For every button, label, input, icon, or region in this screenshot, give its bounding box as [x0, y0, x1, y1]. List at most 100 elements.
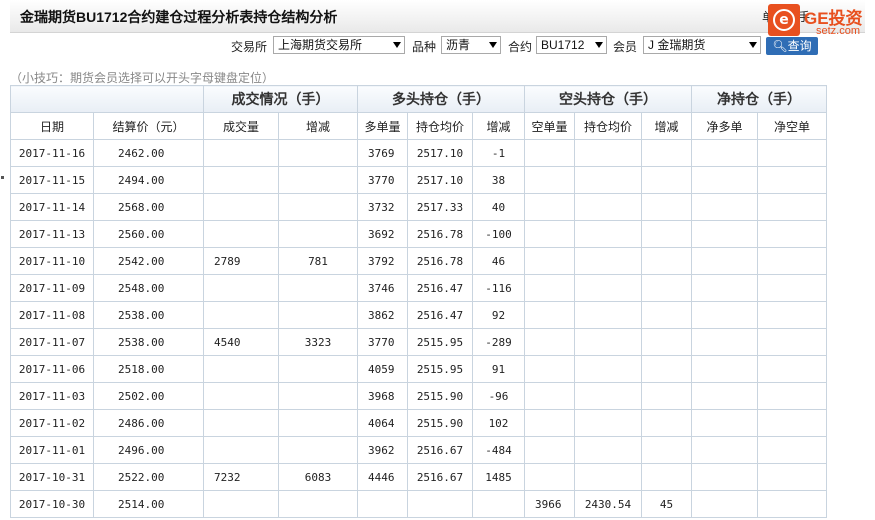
cell-settle-price: 2514.00: [93, 490, 204, 518]
cell-volume: 4540: [203, 328, 279, 356]
cell-long-qty: 3962: [357, 436, 408, 464]
cell-net-short: [757, 274, 827, 302]
cell-short-avg: [574, 247, 642, 275]
cell-short-avg: [574, 166, 642, 194]
col-header-short-avg: 持仓均价: [574, 112, 642, 140]
cell-long-qty: 3792: [357, 247, 408, 275]
cell-short-qty: [524, 436, 575, 464]
cell-short-avg: [574, 301, 642, 329]
cell-long-change: -116: [472, 274, 525, 302]
cell-short-qty: [524, 382, 575, 410]
cell-settle-price: 2548.00: [93, 274, 204, 302]
title-bar: 金瑞期货BU1712合约建仓过程分析表持仓结构分析 单位：手: [10, 0, 865, 33]
contract-select[interactable]: BU1712: [536, 36, 607, 54]
cell-short-avg: 2430.54: [574, 490, 642, 518]
cell-long-change: [472, 490, 525, 518]
table-row: 2017-11-13 2560.00 3692 2516.78 -100: [10, 220, 827, 248]
cell-net-short: [757, 166, 827, 194]
member-value: J 金瑞期货: [648, 38, 706, 52]
exchange-select[interactable]: 上海期货交易所: [273, 36, 405, 54]
col-header-short-change: 增减: [641, 112, 692, 140]
table-row: 2017-10-31 2522.00 7232 6083 4446 2516.67 1485: [10, 463, 827, 491]
cell-long-avg: 2516.47: [407, 274, 473, 302]
cell-net-short: [757, 436, 827, 464]
cell-net-long: [691, 220, 758, 248]
exchange-label: 交易所: [231, 40, 268, 54]
cell-date: 2017-11-16: [10, 139, 94, 167]
cell-long-change: 46: [472, 247, 525, 275]
cell-net-long: [691, 139, 758, 167]
cell-volume-change: [278, 409, 358, 437]
cell-short-avg: [574, 355, 642, 383]
col-header-date: 日期: [10, 112, 94, 140]
cell-short-avg: [574, 139, 642, 167]
cell-settle-price: 2560.00: [93, 220, 204, 248]
cell-net-long: [691, 436, 758, 464]
cell-short-change: [641, 220, 692, 248]
cell-short-change: [641, 139, 692, 167]
cell-volume-change: 3323: [278, 328, 358, 356]
cell-date: 2017-11-13: [10, 220, 94, 248]
table-row: 2017-11-02 2486.00 4064 2515.90 102: [10, 409, 827, 437]
col-header-long-change: 增减: [472, 112, 525, 140]
chevron-down-icon: [393, 42, 401, 48]
cell-long-avg: 2516.67: [407, 463, 473, 491]
query-button[interactable]: 🔍︎查询: [766, 37, 818, 55]
logo-badge-icon: e: [768, 4, 800, 36]
exchange-value: 上海期货交易所: [278, 38, 363, 52]
cell-short-change: [641, 355, 692, 383]
cell-long-change: 92: [472, 301, 525, 329]
cell-long-change: -96: [472, 382, 525, 410]
cell-short-change: [641, 463, 692, 491]
cell-volume: [203, 139, 279, 167]
cell-short-qty: [524, 139, 575, 167]
cell-long-avg: [407, 490, 473, 518]
cell-short-change: [641, 382, 692, 410]
variety-select[interactable]: 沥青: [441, 36, 501, 54]
cell-net-short: [757, 220, 827, 248]
table-body: 2017-11-16 2462.00 3769 2517.10 -1 2017-11-15…: [10, 139, 827, 518]
cell-volume: [203, 382, 279, 410]
cell-volume-change: [278, 382, 358, 410]
cell-short-change: [641, 193, 692, 221]
cell-long-change: 102: [472, 409, 525, 437]
cell-volume: [203, 274, 279, 302]
logo-domain: setz.com: [816, 25, 861, 37]
table-row: 2017-10-30 2514.00 3966 2430.54 45: [10, 490, 827, 518]
cell-net-long: [691, 382, 758, 410]
cell-volume: [203, 409, 279, 437]
cell-short-qty: [524, 355, 575, 383]
table-row: 2017-11-14 2568.00 3732 2517.33 40: [10, 193, 827, 221]
cell-net-long: [691, 247, 758, 275]
cell-short-qty: [524, 301, 575, 329]
cell-short-qty: [524, 193, 575, 221]
cell-volume-change: [278, 166, 358, 194]
contract-value: BU1712: [541, 38, 585, 52]
cell-long-change: -289: [472, 328, 525, 356]
cell-long-qty: 4059: [357, 355, 408, 383]
cell-net-short: [757, 193, 827, 221]
cell-net-long: [691, 274, 758, 302]
cell-short-avg: [574, 193, 642, 221]
cell-date: 2017-11-02: [10, 409, 94, 437]
chevron-down-icon: [595, 42, 603, 48]
cell-settle-price: 2494.00: [93, 166, 204, 194]
group-header-short: 空头持仓（手）: [524, 85, 692, 113]
group-header-blank: [10, 85, 204, 113]
cell-net-short: [757, 301, 827, 329]
group-header-row: 成交情况（手） 多头持仓（手） 空头持仓（手） 净持仓（手）: [10, 85, 827, 113]
table-row: 2017-11-08 2538.00 3862 2516.47 92: [10, 301, 827, 329]
cell-volume: 2789: [203, 247, 279, 275]
cell-net-short: [757, 382, 827, 410]
cell-net-long: [691, 463, 758, 491]
cell-date: 2017-11-08: [10, 301, 94, 329]
cell-short-qty: [524, 247, 575, 275]
cell-long-qty: 3692: [357, 220, 408, 248]
cell-net-long: [691, 166, 758, 194]
cell-long-avg: 2515.95: [407, 355, 473, 383]
column-header-row: 日期 结算价（元） 成交量 增减 多单量 持仓均价 增减 空单量 持仓均价 增减…: [10, 112, 827, 140]
member-select[interactable]: J 金瑞期货: [643, 36, 761, 54]
cell-long-avg: 2516.78: [407, 247, 473, 275]
cell-net-short: [757, 463, 827, 491]
site-logo[interactable]: e GE投资 setz.com: [768, 4, 870, 38]
